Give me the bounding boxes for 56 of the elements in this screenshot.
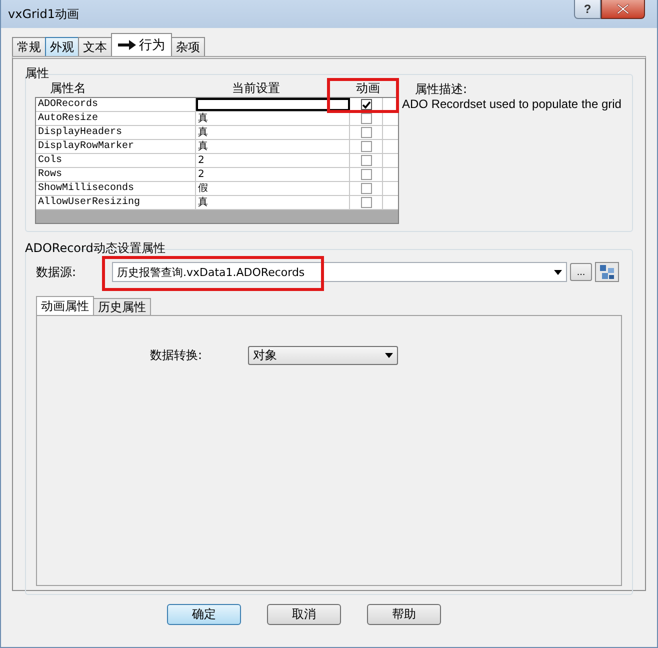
field-label: 数据源:: [36, 264, 78, 280]
window-title: vxGrid1动画: [8, 6, 80, 22]
dialog-button[interactable]: 取消: [267, 604, 341, 625]
description-text: ADO Recordset used to populate the grid: [402, 97, 622, 111]
column-header: 属性名: [50, 80, 87, 97]
checkbox[interactable]: [360, 141, 372, 152]
data-source-dropdown[interactable]: 历史报警查询.vxData1.ADORecords: [112, 262, 567, 282]
table-cell[interactable]: 真: [196, 196, 350, 209]
table-cell: Cols: [36, 154, 196, 167]
table-cell[interactable]: 假: [196, 182, 350, 195]
arrow-icon: [118, 40, 136, 50]
group-label: 属性: [25, 67, 49, 79]
table-cell: AllowUserResizing: [36, 196, 196, 209]
tab[interactable]: 文本: [78, 37, 112, 56]
checkbox[interactable]: [360, 183, 372, 194]
column-header: 动画: [356, 80, 380, 97]
close-button[interactable]: [601, 0, 645, 19]
checkbox[interactable]: [360, 169, 372, 180]
checkbox[interactable]: [360, 127, 372, 138]
variable-button[interactable]: [595, 262, 619, 282]
conversion-dropdown[interactable]: 对象: [248, 346, 398, 365]
table-cell[interactable]: 2: [196, 168, 350, 181]
dialog-button[interactable]: 确定: [167, 604, 241, 625]
table-cell[interactable]: 真: [196, 112, 350, 125]
table-cell[interactable]: 2: [196, 154, 350, 167]
checkbox[interactable]: [360, 113, 372, 124]
table-cell: DisplayHeaders: [36, 126, 196, 139]
tab[interactable]: 动画属性: [36, 296, 94, 315]
dropdown-arrow-icon: [554, 270, 562, 274]
tab[interactable]: 历史属性: [93, 298, 151, 315]
tab[interactable]: 外观: [45, 37, 79, 56]
checkbox[interactable]: [360, 99, 372, 110]
help-button[interactable]: ?: [574, 0, 601, 19]
checkbox[interactable]: [360, 197, 372, 208]
column-header: 当前设置: [231, 80, 281, 97]
highlight-frame: [327, 78, 399, 113]
tab[interactable]: 行为: [111, 33, 172, 56]
description-label: 属性描述:: [415, 82, 468, 97]
checkbox[interactable]: [360, 155, 372, 166]
close-icon: [617, 4, 629, 14]
tab[interactable]: 常规: [12, 37, 46, 56]
dropdown-arrow-icon: [385, 353, 393, 358]
group-label: ADORecord动态设置属性: [25, 242, 166, 254]
table-cell[interactable]: [196, 98, 350, 111]
table-cell: AutoResize: [36, 112, 196, 125]
tab[interactable]: 杂项: [171, 37, 205, 56]
table-cell: ADORecords: [36, 98, 196, 111]
dialog-button[interactable]: 帮助: [367, 604, 441, 625]
field-label: 数据转换:: [150, 347, 204, 364]
table-cell[interactable]: 真: [196, 126, 350, 139]
table-cell: ShowMilliseconds: [36, 182, 196, 195]
browse-button[interactable]: ...: [570, 263, 592, 281]
table-cell: DisplayRowMarker: [36, 140, 196, 153]
table-cell[interactable]: 真: [196, 140, 350, 153]
table-cell: Rows: [36, 168, 196, 181]
grid-icon: [599, 264, 615, 280]
